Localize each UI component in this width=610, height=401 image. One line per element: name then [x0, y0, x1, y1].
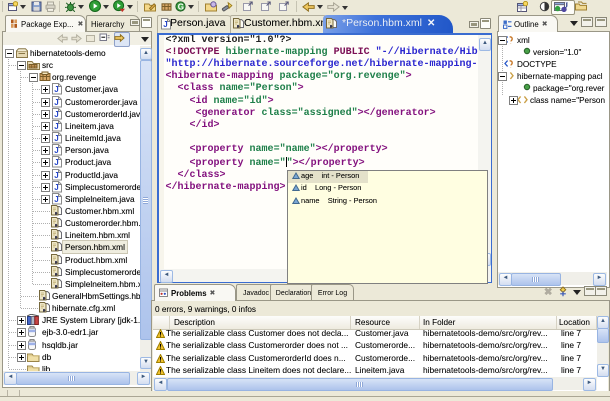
- svg-text:J: J: [54, 110, 58, 119]
- svg-text:J: J: [54, 195, 58, 204]
- svg-text:J: J: [163, 20, 167, 29]
- svg-text:J: J: [564, 1, 568, 9]
- svg-text:J: J: [54, 171, 58, 180]
- svg-text:J: J: [54, 98, 58, 107]
- svg-text:J: J: [54, 122, 58, 131]
- svg-text:J: J: [54, 85, 58, 94]
- svg-text:J: J: [54, 134, 58, 143]
- svg-text:J: J: [54, 183, 58, 192]
- svg-text:J: J: [54, 146, 58, 155]
- svg-text:G: G: [178, 3, 184, 12]
- svg-text:J: J: [54, 158, 58, 167]
